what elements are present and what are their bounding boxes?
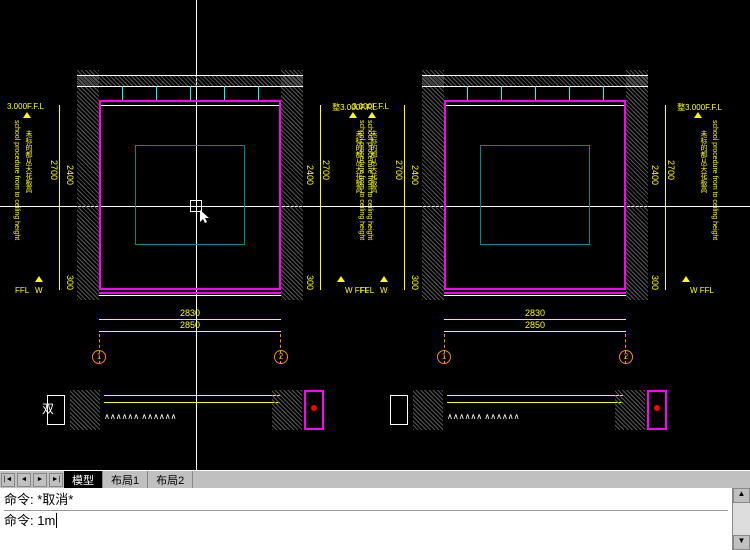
command-input-value[interactable]: 1m <box>37 513 57 528</box>
wall-hatch <box>615 390 645 430</box>
dim-vertical <box>320 105 321 290</box>
plan-strip-right: ∧∧∧∧∧∧ ∧∧∧∧∧∧ <box>395 390 675 440</box>
dim-value: 2700 <box>49 160 59 180</box>
scroll-up-button[interactable]: ▲ <box>733 488 750 503</box>
floor-line <box>99 292 281 296</box>
wall-hatch <box>70 390 100 430</box>
dim-value: 300 <box>410 275 420 290</box>
tab-layout2[interactable]: 布局2 <box>148 471 193 489</box>
band-line <box>104 395 280 403</box>
wall-hatch <box>422 70 444 300</box>
dim-value: 2400 <box>410 165 420 185</box>
ceiling-hangers <box>105 86 275 100</box>
level-arrow-icon <box>23 112 31 118</box>
level-arrow-icon <box>380 276 388 282</box>
elevation-left: 2700 2400 300 2700 2400 300 未标的都从天花板高 sc… <box>45 70 335 350</box>
level-arrow-icon <box>682 276 690 282</box>
elevation-right: 2700 2400 300 2700 2400 300 未标的都从天花板高 sc… <box>390 70 680 350</box>
command-history-line: 命令: *取消* <box>4 490 728 510</box>
axis-bubble: 2 <box>619 350 633 364</box>
ceiling-recess <box>480 145 590 245</box>
wall-hatch <box>77 70 99 300</box>
axis-bubble: 1 <box>437 350 451 364</box>
dim-value: 2850 <box>525 320 545 330</box>
level-arrow-icon <box>368 112 376 118</box>
tab-next-button[interactable]: ► <box>33 473 47 487</box>
level-label: W FFL <box>690 286 714 295</box>
command-scrollbar[interactable]: ▲ ▼ <box>732 488 750 550</box>
break-line: ∧∧∧∧∧∧ ∧∧∧∧∧∧ <box>447 412 623 422</box>
level-arrow-icon <box>35 276 43 282</box>
level-label: 3.000F.F.L <box>352 102 389 111</box>
tab-model[interactable]: 模型 <box>64 471 103 489</box>
axis-bubble: 1 <box>92 350 106 364</box>
dim-value: 300 <box>65 275 75 290</box>
level-label: 3.000F.F.L <box>7 102 44 111</box>
dim-value: 2400 <box>305 165 315 185</box>
dim-value: 2700 <box>394 160 404 180</box>
command-prompt: 命令: <box>4 492 34 507</box>
scroll-down-button[interactable]: ▼ <box>733 535 750 550</box>
level-label: W <box>35 286 43 295</box>
dim-value: 2830 <box>525 308 545 318</box>
cad-drawing-area[interactable]: 2700 2400 300 2700 2400 300 未标的都从天花板高 sc… <box>0 0 750 470</box>
red-dot-icon <box>654 405 660 411</box>
dim-value: 300 <box>650 275 660 290</box>
annotation: 未标的都从天花板高 <box>698 130 708 193</box>
dim-value: 2830 <box>180 308 200 318</box>
door-swing <box>47 395 65 425</box>
command-window: 命令: *取消* 命令: 1m ▲ ▼ <box>0 488 750 550</box>
ceiling-hangers <box>450 86 620 100</box>
dim-value: 2400 <box>650 165 660 185</box>
annotation: 未标的都从天花板高 <box>23 130 33 193</box>
red-dot-icon <box>311 405 317 411</box>
dim-value: 2700 <box>321 160 331 180</box>
tab-last-button[interactable]: ►| <box>49 473 63 487</box>
annotation: school procedure from to ceiling height <box>711 120 718 240</box>
dim-vertical <box>665 105 666 290</box>
level-label: W <box>380 286 388 295</box>
level-label: FFL <box>15 286 29 295</box>
tab-layout1[interactable]: 布局1 <box>103 471 148 489</box>
annotation: school procedure from to ceiling height <box>358 120 365 240</box>
wall-hatch <box>626 70 648 300</box>
dim-vertical <box>59 105 60 290</box>
tab-first-button[interactable]: |◄ <box>1 473 15 487</box>
annotation: school procedure from to ceiling height <box>13 120 20 240</box>
wall-hatch <box>413 390 443 430</box>
scroll-track[interactable] <box>733 503 750 535</box>
plan-strip-left: 双 ∧∧∧∧∧∧ ∧∧∧∧∧∧ <box>52 390 332 440</box>
command-input-line[interactable]: 命令: 1m <box>4 510 728 530</box>
tab-prev-button[interactable]: ◄ <box>17 473 31 487</box>
layout-tabs-bar: |◄ ◄ ► ►| 模型 布局1 布局2 <box>0 470 750 488</box>
annotation: 未标的都从天花板高 <box>368 130 378 193</box>
dim-horizontal <box>444 331 626 332</box>
door-swing <box>390 395 408 425</box>
level-arrow-icon <box>694 112 702 118</box>
dim-value: 2850 <box>180 320 200 330</box>
dim-vertical <box>404 105 405 290</box>
dim-value: 2700 <box>666 160 676 180</box>
axis-bubble: 2 <box>274 350 288 364</box>
dim-value: 300 <box>305 275 315 290</box>
command-prompt: 命令: <box>4 513 34 528</box>
command-text[interactable]: 命令: *取消* 命令: 1m <box>0 488 732 550</box>
ceiling-recess <box>135 145 245 245</box>
floor-line <box>444 292 626 296</box>
dim-value: 2400 <box>65 165 75 185</box>
level-arrow-icon <box>349 112 357 118</box>
wall-hatch <box>281 70 303 300</box>
level-label: FFL <box>360 286 374 295</box>
band-line <box>447 395 623 403</box>
wall-hatch <box>272 390 302 430</box>
command-output: *取消* <box>37 492 73 507</box>
break-line: ∧∧∧∧∧∧ ∧∧∧∧∧∧ <box>104 412 280 422</box>
dim-horizontal <box>99 331 281 332</box>
level-arrow-icon <box>337 276 345 282</box>
